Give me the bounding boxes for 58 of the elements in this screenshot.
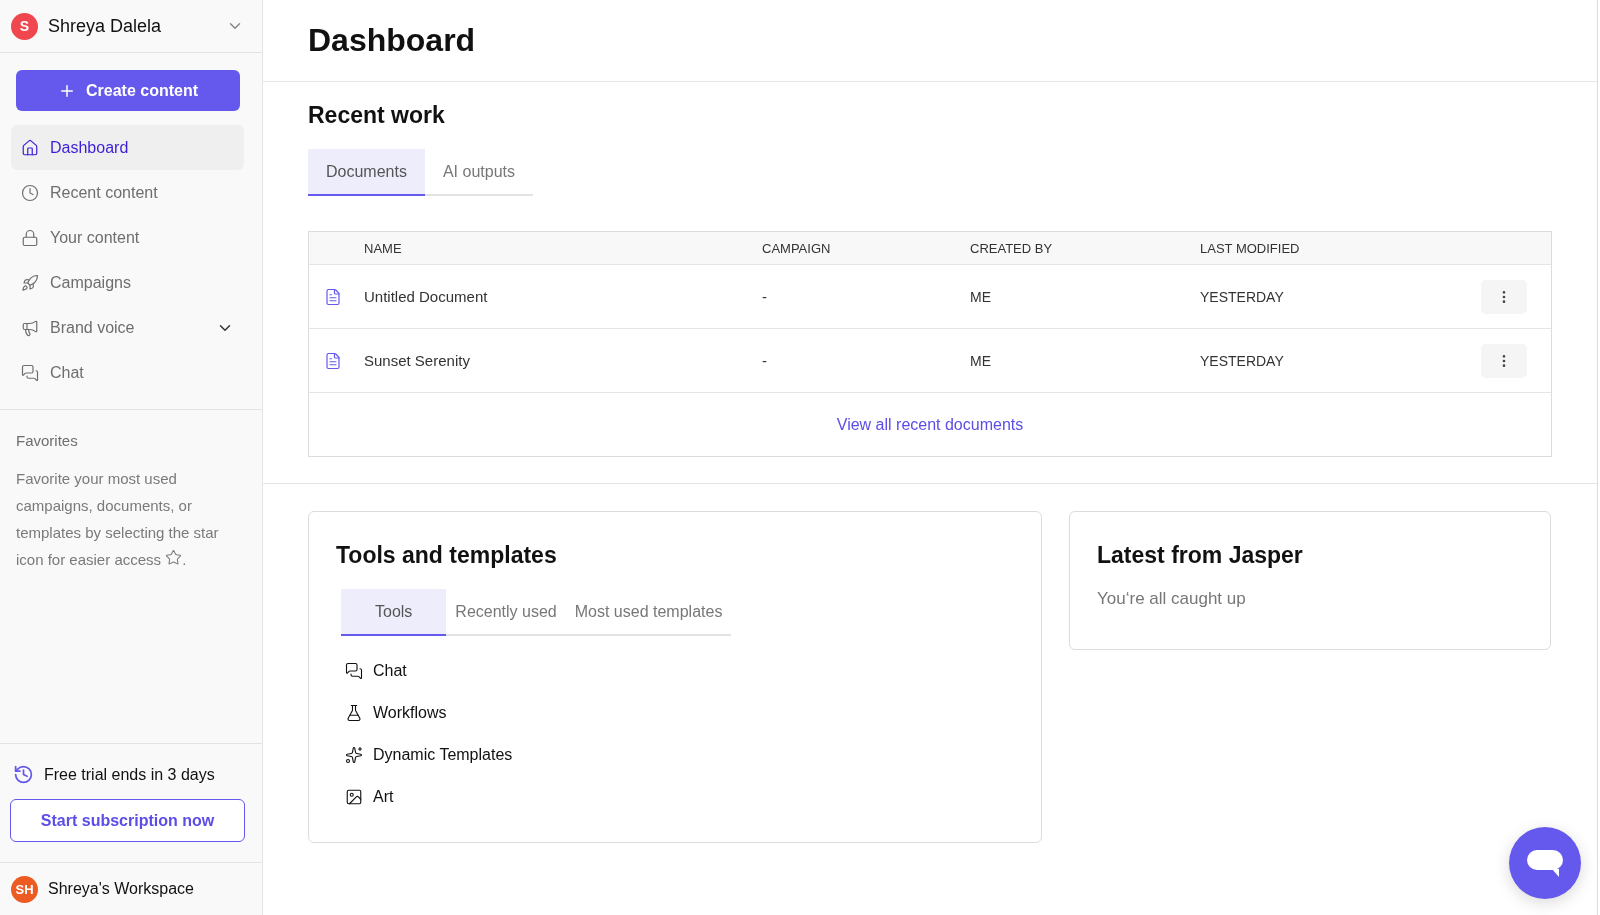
favorites-hint-period: . bbox=[182, 551, 187, 568]
start-subscription-button[interactable]: Start subscription now bbox=[10, 799, 245, 842]
table-cell-text: Untitled Document bbox=[364, 288, 489, 305]
nav-item[interactable]: Recent content bbox=[11, 170, 244, 215]
user-name: Shreya Dalela bbox=[48, 15, 163, 37]
chat-launcher-button[interactable] bbox=[1509, 827, 1581, 899]
tab[interactable]: AI outputs bbox=[424, 149, 533, 196]
nav-item[interactable]: Dashboard bbox=[11, 125, 244, 170]
tool-item[interactable]: Chat bbox=[345, 662, 1014, 680]
news-message: You‘re all caught up bbox=[1097, 589, 1247, 609]
favorites-hint: icon for easier access bbox=[16, 551, 162, 568]
card-heading: Tools and templates bbox=[336, 542, 558, 569]
table-cell-text: ME bbox=[970, 352, 992, 369]
column-header: NAME bbox=[364, 240, 403, 256]
tool-item[interactable]: Workflows bbox=[345, 704, 1014, 722]
page-title: Dashboard bbox=[308, 22, 476, 59]
table-cell-text: - bbox=[762, 288, 768, 305]
view-all-link[interactable]: View all recent documents bbox=[836, 415, 1024, 434]
home-icon bbox=[21, 138, 39, 157]
trial-notice: Free trial ends in 3 days bbox=[44, 765, 215, 784]
nav-item[interactable]: Campaigns bbox=[11, 260, 244, 305]
flask-icon bbox=[345, 704, 363, 722]
favorites-heading: Favorites bbox=[16, 432, 79, 449]
card-heading: Latest from Jasper bbox=[1097, 542, 1304, 569]
chat-bubbles-icon bbox=[21, 363, 39, 382]
document-icon bbox=[324, 351, 342, 370]
clock-icon bbox=[21, 183, 39, 202]
image-icon bbox=[345, 788, 363, 806]
column-header: CAMPAIGN bbox=[762, 240, 832, 256]
column-header: LAST MODIFIED bbox=[1200, 240, 1301, 256]
user-avatar: S bbox=[11, 12, 38, 40]
nav-item[interactable]: Your content bbox=[11, 215, 244, 260]
table-cell-text: YESTERDAY bbox=[1200, 288, 1285, 305]
tab[interactable]: Tools bbox=[341, 589, 447, 636]
table-cell-text: ME bbox=[970, 288, 992, 305]
tab[interactable]: Most used templates bbox=[565, 589, 732, 636]
table-cell-text: Sunset Serenity bbox=[364, 352, 471, 369]
workspace-name: Shreya's Workspace bbox=[48, 880, 194, 898]
megaphone-icon bbox=[21, 318, 39, 337]
tool-item[interactable]: Art bbox=[345, 788, 1014, 806]
tab[interactable]: Documents bbox=[308, 149, 425, 196]
tab[interactable]: Recently used bbox=[446, 589, 566, 636]
rocket-icon bbox=[21, 273, 39, 292]
tool-item[interactable]: Dynamic Templates bbox=[345, 746, 1014, 764]
nav-item[interactable]: Chat bbox=[11, 350, 244, 395]
nav-item[interactable]: Brand voice bbox=[11, 305, 244, 350]
star-icon bbox=[165, 549, 183, 566]
table-cell-text: - bbox=[762, 352, 768, 369]
chat-bubbles-icon bbox=[345, 662, 363, 680]
create-content-button[interactable]: Create content bbox=[16, 70, 240, 111]
section-heading: Recent work bbox=[308, 102, 446, 129]
document-icon bbox=[324, 287, 342, 306]
sparkles-icon bbox=[345, 746, 363, 764]
lock-icon bbox=[21, 228, 39, 247]
table-cell-text: YESTERDAY bbox=[1200, 352, 1285, 369]
workspace-avatar: SH bbox=[11, 875, 38, 903]
clock-icon bbox=[13, 764, 34, 785]
column-header: CREATED BY bbox=[970, 240, 1054, 256]
